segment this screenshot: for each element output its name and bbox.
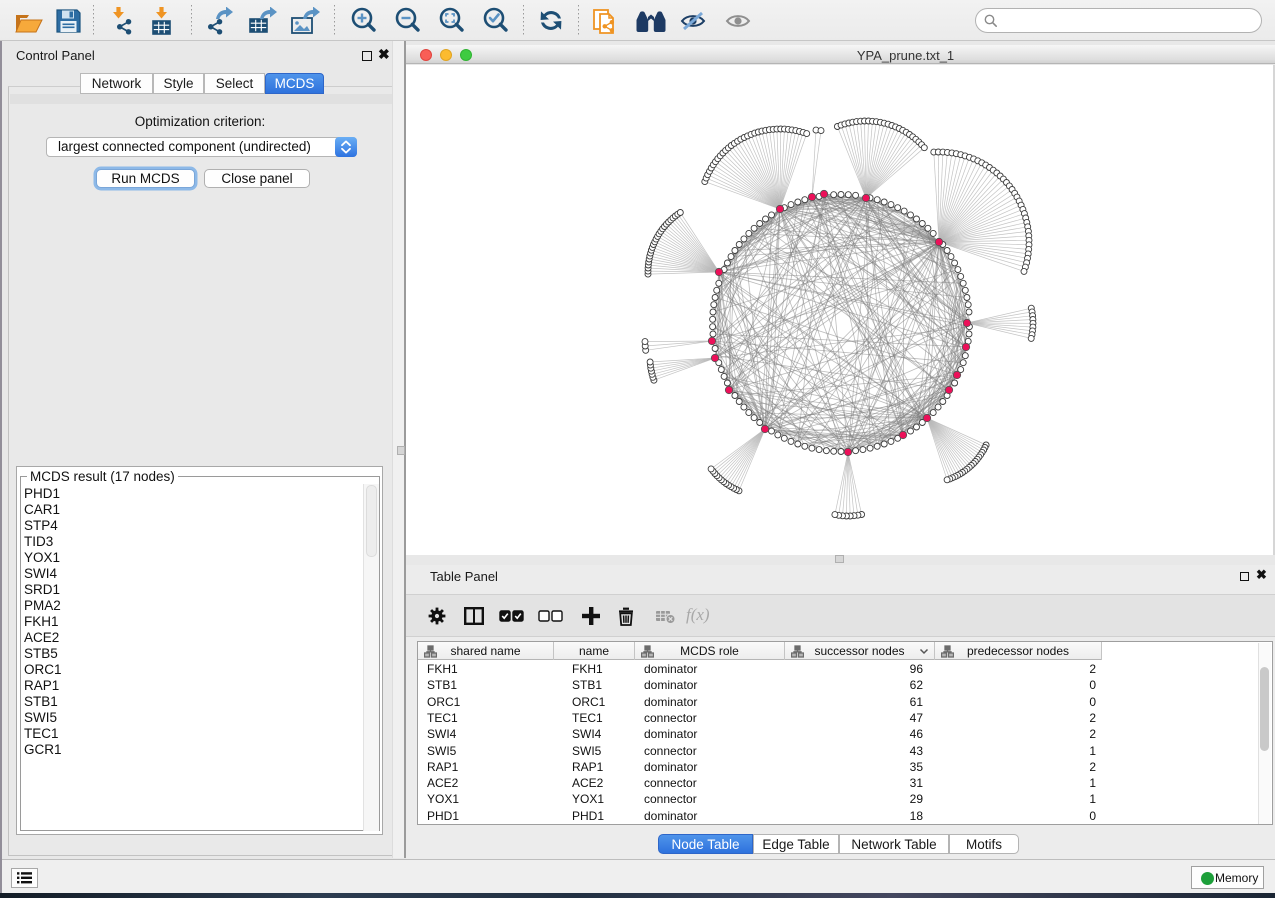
svg-text:f(x): f(x) — [686, 605, 710, 624]
